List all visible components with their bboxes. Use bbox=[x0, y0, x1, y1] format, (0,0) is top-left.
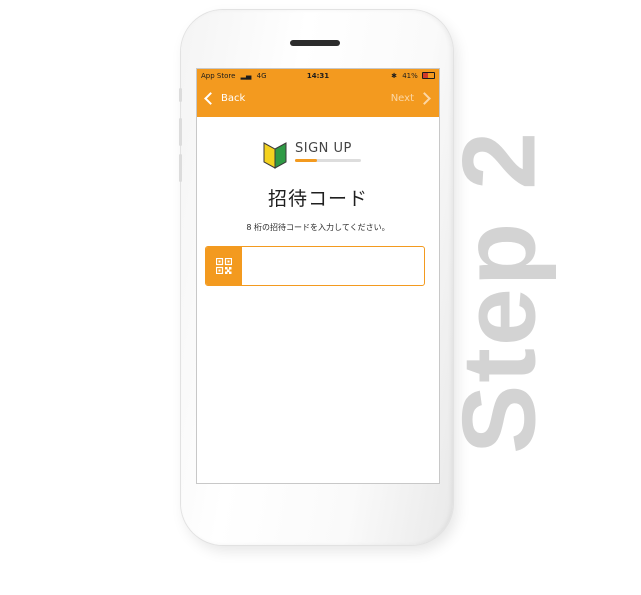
next-label: Next bbox=[390, 93, 414, 104]
page-title: 招待コード bbox=[267, 188, 368, 210]
chevron-right-icon bbox=[418, 92, 431, 105]
qr-code-icon bbox=[216, 258, 232, 274]
back-label: Back bbox=[221, 93, 246, 104]
phone-side-button bbox=[179, 118, 182, 146]
invite-code-field bbox=[205, 246, 425, 286]
bluetooth-icon: ✱ bbox=[391, 72, 397, 80]
back-button[interactable]: Back bbox=[203, 92, 246, 105]
beginner-mark-icon bbox=[263, 142, 287, 169]
instruction-text: 8 桁の招待コードを入力してください。 bbox=[246, 223, 390, 232]
signup-progress-bar bbox=[295, 159, 361, 162]
phone-side-button bbox=[179, 88, 182, 102]
chevron-left-icon bbox=[204, 92, 217, 105]
step-label: Step 2 bbox=[441, 129, 558, 455]
next-button[interactable]: Next bbox=[390, 92, 431, 105]
battery-percent: 41% bbox=[402, 72, 418, 80]
qr-scan-button[interactable] bbox=[206, 247, 242, 285]
signup-header: SIGN UP bbox=[263, 141, 361, 169]
stage: App Store ▂▄ 4G 14:31 ✱ 41% Back Next SI… bbox=[0, 0, 641, 595]
signup-text: SIGN UP bbox=[295, 141, 361, 162]
navigation-bar: Back Next bbox=[197, 83, 439, 117]
invite-code-input[interactable] bbox=[242, 247, 424, 285]
battery-fill bbox=[423, 73, 428, 78]
signup-progress-fill bbox=[295, 159, 317, 162]
phone-side-button bbox=[179, 154, 182, 182]
battery-icon bbox=[422, 72, 435, 79]
signup-title: SIGN UP bbox=[295, 141, 352, 156]
status-right: ✱ 41% bbox=[391, 69, 435, 83]
phone-speaker bbox=[290, 40, 340, 46]
phone-screen: App Store ▂▄ 4G 14:31 ✱ 41% Back Next SI… bbox=[196, 68, 440, 484]
status-bar: App Store ▂▄ 4G 14:31 ✱ 41% bbox=[197, 69, 439, 83]
